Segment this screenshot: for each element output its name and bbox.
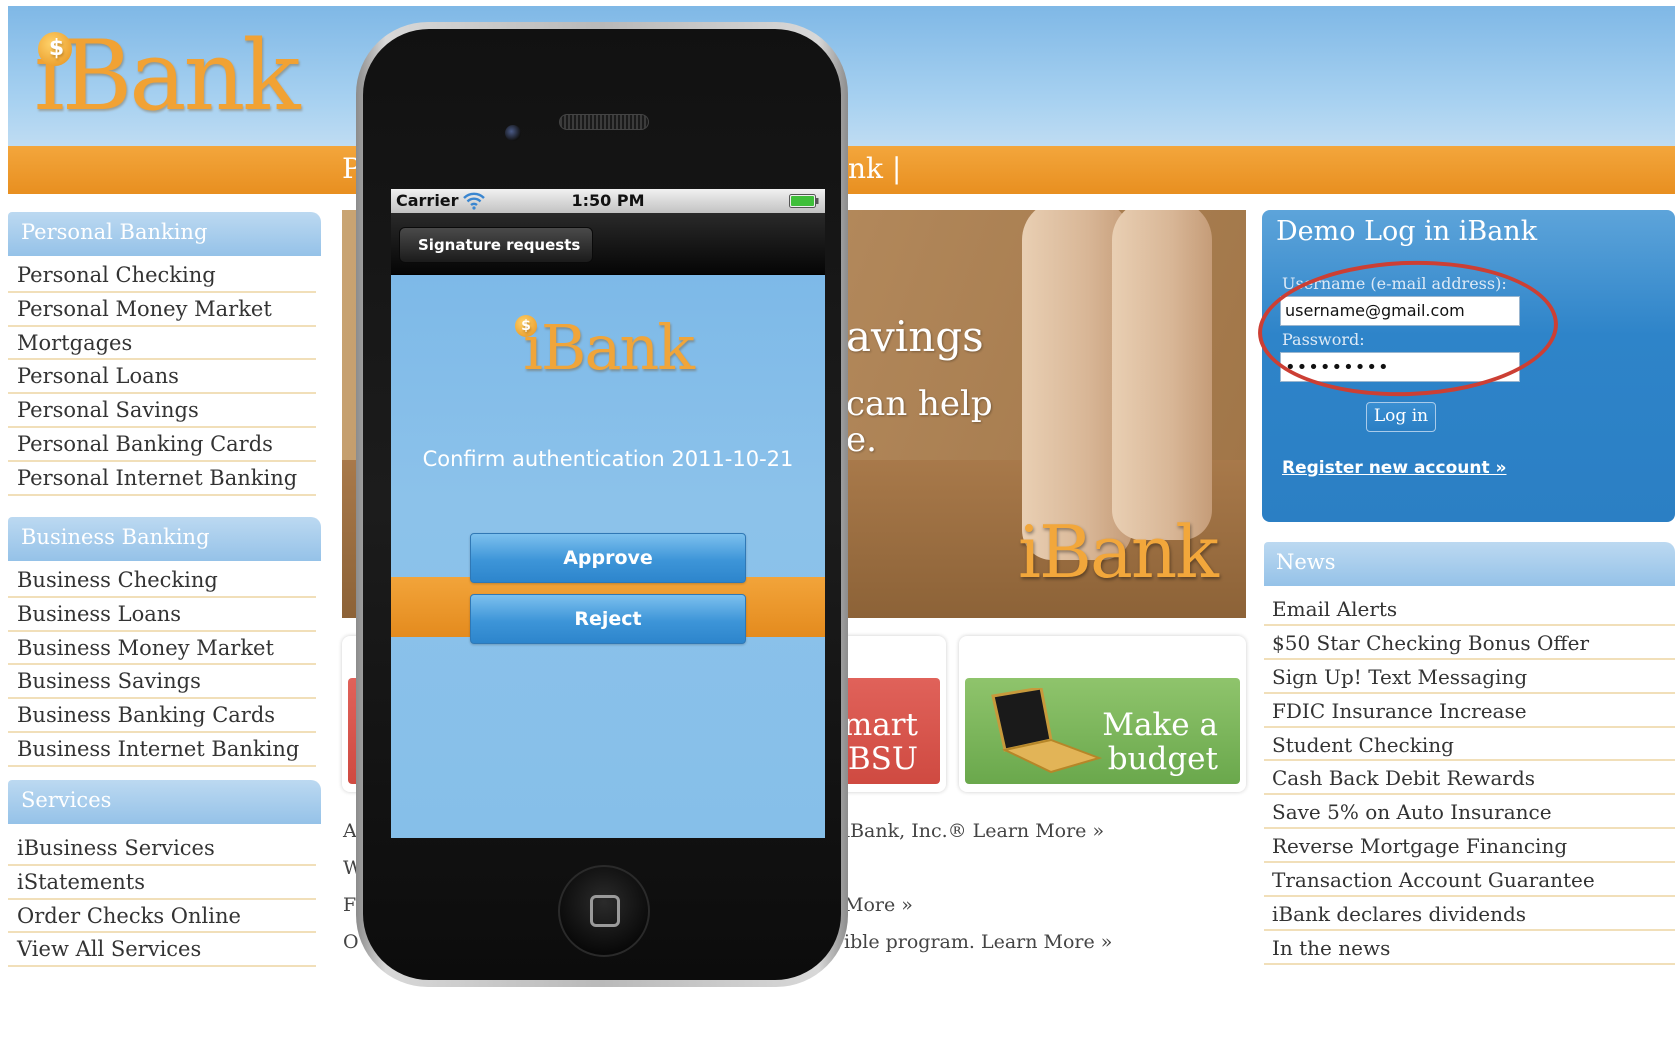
- back-button-label: Signature requests: [418, 236, 581, 254]
- sidebar-item-business-savings[interactable]: Business Savings: [8, 665, 316, 700]
- register-link[interactable]: Register new account »: [1282, 458, 1507, 478]
- news-item[interactable]: Save 5% on Auto Insurance: [1264, 795, 1675, 830]
- nav-fragment-right[interactable]: nk |: [848, 152, 901, 185]
- center-text-2[interactable]: More »: [844, 894, 913, 916]
- news-item[interactable]: Transaction Account Guarantee: [1264, 863, 1675, 898]
- promo-red-line1: mart: [842, 707, 918, 743]
- home-square-icon: [590, 895, 620, 927]
- status-bar: Carrier 1:50 PM: [391, 189, 825, 213]
- sidebar-item-business-loans[interactable]: Business Loans: [8, 598, 316, 632]
- promo-green-panel: Make a budget: [965, 678, 1240, 784]
- ballet-leg-image-2: [1112, 210, 1212, 540]
- news-item[interactable]: Email Alerts: [1264, 592, 1675, 626]
- earpiece-speaker: [559, 114, 649, 130]
- promo-card-green[interactable]: Make a budget: [959, 636, 1246, 792]
- center-text-frag-o: O: [343, 931, 359, 953]
- sidebar-item-personal-internet-banking[interactable]: Personal Internet Banking: [8, 462, 316, 496]
- services-heading: Services: [8, 780, 321, 824]
- app-logo: $ iBank: [391, 311, 825, 384]
- business-banking-list: Business Checking Business Loans Busines…: [8, 564, 316, 767]
- news-item[interactable]: FDIC Insurance Increase: [1264, 694, 1675, 728]
- hero-headline-fragment: avings: [846, 312, 984, 361]
- news-item[interactable]: Student Checking: [1264, 728, 1675, 762]
- sidebar-item-personal-loans[interactable]: Personal Loans: [8, 360, 316, 395]
- sidebar-item-personal-banking-cards[interactable]: Personal Banking Cards: [8, 428, 316, 462]
- sidebar-item-istatements[interactable]: iStatements: [8, 866, 316, 900]
- sidebar-item-personal-savings[interactable]: Personal Savings: [8, 394, 316, 428]
- reject-button[interactable]: Reject: [470, 594, 746, 644]
- phone-screen: Carrier 1:50 PM Signature requests $ iBa…: [391, 189, 825, 838]
- center-text-frag-f: F: [343, 894, 357, 916]
- personal-banking-list: Personal Checking Personal Money Market …: [8, 259, 316, 496]
- news-item[interactable]: $50 Star Checking Bonus Offer: [1264, 626, 1675, 660]
- news-item[interactable]: iBank declares dividends: [1264, 897, 1675, 931]
- news-list: Email Alerts $50 Star Checking Bonus Off…: [1264, 592, 1675, 965]
- phone-bezel: Carrier 1:50 PM Signature requests $ iBa…: [363, 29, 841, 980]
- login-title: Demo Log in iBank: [1276, 216, 1538, 247]
- confirm-authentication-text: Confirm authentication 2011-10-21: [422, 447, 794, 471]
- sidebar-item-business-internet-banking[interactable]: Business Internet Banking: [8, 733, 316, 767]
- sidebar-item-order-checks-online[interactable]: Order Checks Online: [8, 900, 316, 934]
- battery-icon: [789, 194, 819, 208]
- sidebar-item-ibusiness-services[interactable]: iBusiness Services: [8, 832, 316, 866]
- sidebar-item-business-checking[interactable]: Business Checking: [8, 564, 316, 598]
- news-item[interactable]: In the news: [1264, 931, 1675, 965]
- personal-banking-heading: Personal Banking: [8, 212, 321, 256]
- login-button[interactable]: Log in: [1366, 402, 1436, 432]
- sidebar-item-view-all-services[interactable]: View All Services: [8, 933, 316, 968]
- coin-icon: $: [38, 32, 72, 66]
- center-text-3[interactable]: ible program. Learn More »: [844, 931, 1112, 953]
- news-item[interactable]: Reverse Mortgage Financing: [1264, 829, 1675, 864]
- hero-subline-fragment-2: e.: [846, 420, 877, 460]
- news-heading: News: [1264, 542, 1675, 586]
- business-banking-heading: Business Banking: [8, 517, 321, 561]
- status-time: 1:50 PM: [571, 191, 645, 210]
- promo-red-line2: BSU: [847, 741, 918, 777]
- hero-logo: iBank: [1018, 510, 1219, 594]
- front-camera-icon: [505, 125, 521, 141]
- news-item[interactable]: Cash Back Debit Rewards: [1264, 761, 1675, 796]
- app-logo-text: iBank: [523, 311, 695, 384]
- back-button[interactable]: Signature requests: [399, 227, 594, 263]
- news-item[interactable]: Sign Up! Text Messaging: [1264, 660, 1675, 694]
- coin-icon: $: [515, 315, 537, 337]
- sidebar-item-business-banking-cards[interactable]: Business Banking Cards: [8, 699, 316, 733]
- center-text-1[interactable]: iBank, Inc.® Learn More »: [844, 820, 1104, 842]
- sidebar-item-personal-money-market[interactable]: Personal Money Market: [8, 293, 316, 327]
- hero-subline-fragment: can help: [846, 384, 993, 424]
- center-text-frag-a: A: [343, 820, 357, 842]
- navigation-bar: Signature requests: [391, 213, 825, 275]
- sidebar-item-business-money-market[interactable]: Business Money Market: [8, 632, 316, 666]
- site-logo[interactable]: $ iBank: [34, 20, 300, 132]
- iphone-device: Carrier 1:50 PM Signature requests $ iBa…: [356, 22, 848, 987]
- home-button[interactable]: [558, 865, 650, 957]
- auth-screen: $ iBank Confirm authentication 2011-10-2…: [391, 275, 825, 838]
- laptop-icon: [991, 688, 1103, 774]
- sidebar-item-personal-checking[interactable]: Personal Checking: [8, 259, 316, 293]
- services-list: iBusiness Services iStatements Order Che…: [8, 832, 316, 968]
- promo-green-line1: Make a: [1102, 707, 1218, 743]
- sidebar-item-mortgages[interactable]: Mortgages: [8, 327, 316, 361]
- site-logo-text: iBank: [34, 20, 300, 132]
- approve-button[interactable]: Approve: [470, 533, 746, 583]
- promo-green-line2: budget: [1107, 741, 1218, 777]
